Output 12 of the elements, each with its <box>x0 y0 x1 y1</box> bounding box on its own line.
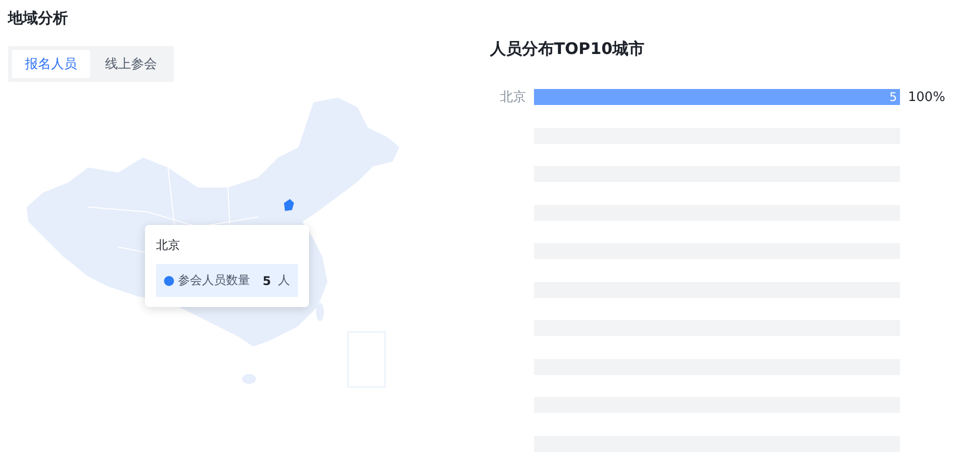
series-value: 5 <box>262 274 271 288</box>
highlighted-region[interactable] <box>284 199 294 211</box>
tab[interactable]: 报名人员 <box>12 50 90 78</box>
bar-value: 5 <box>889 90 898 104</box>
city-label: 北京 <box>499 89 526 106</box>
series-label: 参会人员数量 <box>178 272 251 289</box>
bar-percent: 100% <box>908 90 946 104</box>
section-title: 地域分析 <box>8 9 69 28</box>
chart-title: 人员分布TOP10城市 <box>490 39 646 60</box>
tooltip-title: 北京 <box>156 237 181 254</box>
value-unit: 人 <box>278 272 290 289</box>
tab[interactable]: 线上参会 <box>92 50 170 78</box>
